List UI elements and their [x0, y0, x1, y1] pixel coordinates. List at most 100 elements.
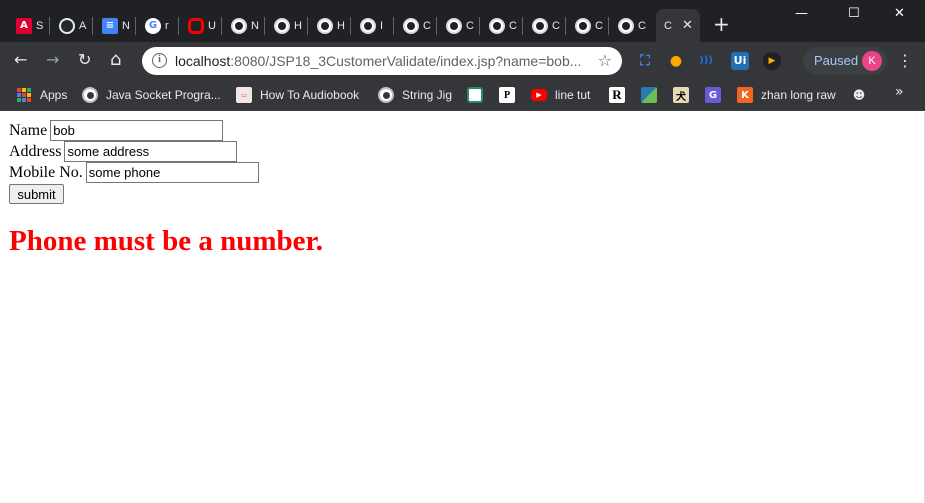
- tab-title: C: [595, 19, 603, 32]
- close-tab-icon[interactable]: ✕: [682, 18, 693, 33]
- name-field[interactable]: [50, 120, 224, 141]
- profile-button[interactable]: Paused K: [803, 47, 887, 75]
- tab-8[interactable]: H: [309, 9, 351, 42]
- new-tab-button[interactable]: +: [713, 14, 730, 34]
- bookmark-map[interactable]: [641, 86, 657, 104]
- uipath-icon[interactable]: Ui: [731, 52, 749, 70]
- tab-4[interactable]: G r: [137, 9, 179, 42]
- bookmark-label: How To Audiobook: [260, 88, 360, 102]
- bookmark-alien-icon: ☻: [852, 88, 866, 102]
- bookmark-zhan-long[interactable]: K zhan long raw: [737, 86, 836, 104]
- bookmark-label: Java Socket Progra...: [106, 88, 221, 102]
- tab-title: A: [79, 19, 87, 32]
- close-window-button[interactable]: ✕: [894, 6, 905, 21]
- tab-13[interactable]: C: [524, 9, 566, 42]
- bookmark-star-icon[interactable]: ☆: [598, 51, 612, 70]
- bookmark-string-jig[interactable]: String Jig: [378, 86, 452, 104]
- google-docs-icon: ≡: [102, 17, 118, 34]
- tab-title: C: [664, 19, 672, 32]
- tab-6[interactable]: N: [223, 9, 265, 42]
- address-field[interactable]: [64, 141, 238, 162]
- home-button[interactable]: ⌂: [110, 50, 121, 70]
- tab-11[interactable]: C: [438, 9, 480, 42]
- bookmark-circle-icon: [467, 87, 483, 103]
- tab-title: N: [251, 19, 259, 32]
- submit-button[interactable]: submit: [9, 184, 64, 204]
- bookmark-p[interactable]: P: [499, 86, 515, 104]
- bookmark-label: Apps: [40, 88, 68, 102]
- bookmark-audiobook[interactable]: ▭ How To Audiobook: [236, 86, 359, 104]
- bookmark-r-icon: R: [609, 87, 625, 103]
- youtube-icon: ▶: [531, 89, 547, 101]
- bookmark-circle[interactable]: [467, 86, 483, 104]
- tab-active[interactable]: C ✕: [656, 9, 700, 42]
- error-message: Phone must be a number.: [9, 225, 323, 257]
- bookmark-kanji-icon: 犬: [673, 87, 689, 103]
- bookmark-r[interactable]: R: [609, 86, 625, 104]
- tab-12[interactable]: C: [481, 9, 523, 42]
- bookmark-g-icon: G: [705, 87, 721, 103]
- oracle-icon: [188, 17, 204, 34]
- mobile-row: Mobile No.: [9, 162, 259, 183]
- tab-3[interactable]: ≡ N: [94, 9, 136, 42]
- tab-title: C: [423, 19, 431, 32]
- bookmark-g[interactable]: G: [705, 86, 721, 104]
- bookmark-label: line tut: [555, 88, 591, 102]
- site-info-icon[interactable]: i: [152, 53, 167, 68]
- tab-title: H: [294, 19, 302, 32]
- forward-button[interactable]: →: [46, 50, 59, 70]
- bookmark-java-socket[interactable]: Java Socket Progra...: [82, 86, 221, 104]
- globe-icon: [82, 87, 98, 103]
- tab-title: C: [466, 19, 474, 32]
- tab-9[interactable]: I: [352, 9, 394, 42]
- wifi-icon[interactable]: ))): [697, 52, 715, 70]
- k-icon: K: [737, 87, 753, 103]
- tab-title: U: [208, 19, 216, 32]
- bookmark-kanji[interactable]: 犬: [673, 86, 689, 104]
- tab-title: C: [638, 19, 646, 32]
- tab-1[interactable]: A S: [8, 9, 50, 42]
- tab-7[interactable]: H: [266, 9, 308, 42]
- maximize-button[interactable]: ☐: [848, 6, 860, 21]
- url-text[interactable]: localhost:8080/JSP18_3CustomerValidate/i…: [175, 53, 581, 69]
- tab-15[interactable]: C: [610, 9, 652, 42]
- tab-5[interactable]: U: [180, 9, 222, 42]
- mobile-field[interactable]: [85, 162, 259, 183]
- menu-icon[interactable]: ⋮: [897, 51, 913, 70]
- tab-title: C: [509, 19, 517, 32]
- minimize-button[interactable]: —: [795, 6, 808, 21]
- globe-icon: [446, 17, 462, 34]
- avatar: K: [862, 51, 882, 71]
- globe-icon: [231, 17, 247, 34]
- paused-label: Paused: [814, 53, 859, 68]
- github-icon: [59, 17, 75, 34]
- bulb-icon[interactable]: ●: [667, 52, 685, 70]
- bookmark-apps[interactable]: Apps: [16, 86, 67, 104]
- tab-14[interactable]: C: [567, 9, 609, 42]
- bookmark-label: String Jig: [402, 88, 453, 102]
- reload-button[interactable]: ↻: [78, 50, 91, 70]
- bookmark-line-tut[interactable]: ▶ line tut: [531, 86, 590, 104]
- screenshot-icon[interactable]: ⛶: [636, 52, 654, 70]
- angular-icon: A: [16, 17, 32, 34]
- bookmarks-bar: Apps Java Socket Progra... ▭ How To Audi…: [0, 79, 925, 111]
- bookmark-p-icon: P: [499, 87, 515, 103]
- bookmark-alien[interactable]: ☻: [851, 86, 867, 104]
- address-label: Address: [9, 142, 62, 160]
- page-content: Name Address Mobile No. submit Phone mus…: [0, 112, 925, 503]
- globe-icon: [532, 17, 548, 34]
- globe-icon: [360, 17, 376, 34]
- mobile-label: Mobile No.: [9, 163, 83, 181]
- tab-10[interactable]: C: [395, 9, 437, 42]
- browser-toolbar: ← → ↻ ⌂ i localhost:8080/JSP18_3Customer…: [0, 42, 925, 79]
- address-bar[interactable]: i localhost:8080/JSP18_3CustomerValidate…: [142, 47, 622, 75]
- tab-title: S: [36, 19, 44, 32]
- tab-title: C: [552, 19, 560, 32]
- media-icon[interactable]: ▶: [763, 52, 781, 70]
- bookmarks-overflow-button[interactable]: »: [895, 84, 904, 100]
- bookmark-map-icon: [641, 87, 657, 103]
- back-button[interactable]: ←: [14, 50, 27, 70]
- globe-icon: [575, 17, 591, 34]
- audiobook-icon: ▭: [236, 87, 252, 103]
- tab-2[interactable]: A: [51, 9, 93, 42]
